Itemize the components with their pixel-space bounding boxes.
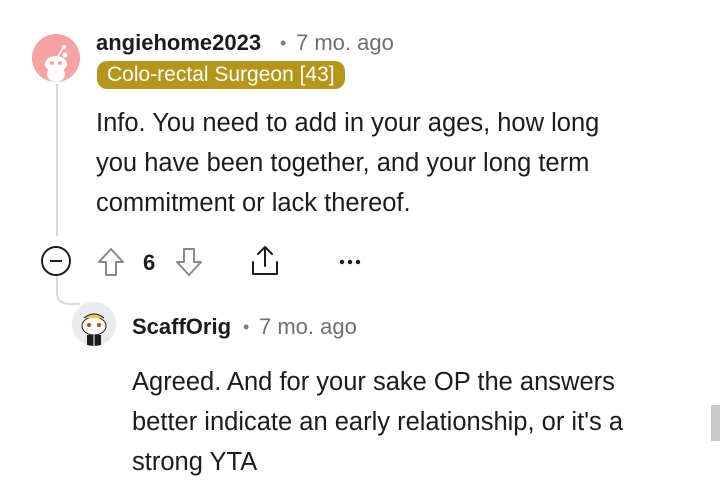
reply-avatar[interactable] (72, 302, 116, 346)
reply-body-line: Agreed. And for your sake OP the answers (132, 368, 615, 396)
avatar[interactable] (32, 34, 80, 82)
reply-body: Agreed. And for your sake OP the answers… (132, 362, 623, 482)
scrollbar-thumb[interactable] (711, 405, 720, 441)
comment-timestamp[interactable]: 7 mo. ago (296, 30, 394, 56)
downvote-arrow-icon[interactable] (174, 246, 204, 278)
reply-username[interactable]: ScaffOrig (132, 314, 231, 340)
user-flair: Colo-rectal Surgeon [43] (97, 61, 345, 89)
header-separator: • (243, 317, 250, 337)
comment-body-line: you have been together, and your long te… (96, 149, 590, 177)
collapse-minus-icon[interactable] (40, 245, 72, 277)
comment-body-line: Info. You need to add in your ages, how … (96, 109, 600, 137)
comment-body-line: commitment or lack thereof. (96, 189, 411, 217)
vote-count: 6 (143, 250, 156, 275)
reply-body-line: better indicate an early relationship, o… (132, 408, 624, 436)
comment-body: Info. You need to add in your ages, how … (96, 103, 599, 223)
comment-username[interactable]: angiehome2023 (96, 30, 261, 56)
more-options-icon[interactable] (336, 256, 364, 268)
snoo-avatar-icon (32, 34, 80, 82)
share-icon[interactable] (248, 244, 282, 278)
reply-connector-curve (56, 286, 80, 305)
snoo-avatar-icon (72, 302, 116, 346)
reply-body-line: strong YTA (132, 448, 258, 476)
upvote-arrow-icon[interactable] (96, 246, 126, 278)
header-separator: • (280, 33, 287, 53)
thread-line (56, 84, 58, 236)
reply-timestamp[interactable]: 7 mo. ago (259, 314, 357, 340)
